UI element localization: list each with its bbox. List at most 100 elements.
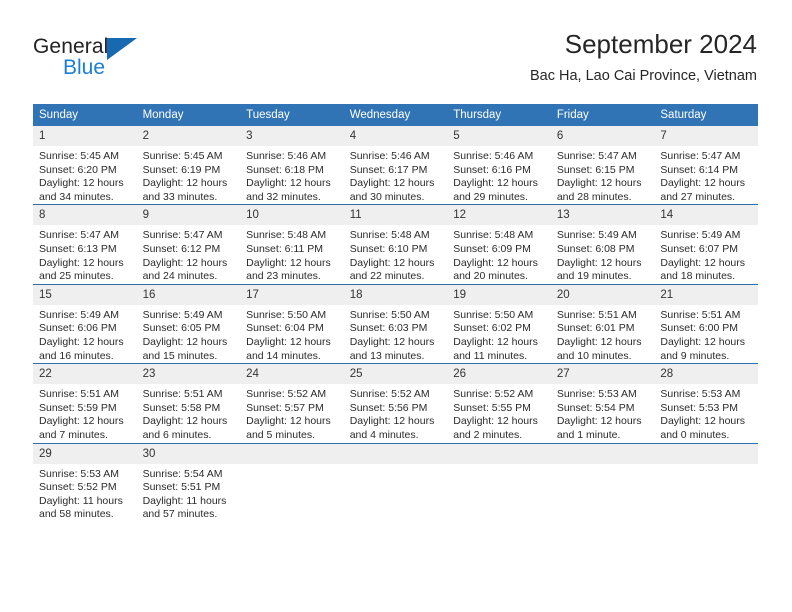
day-cell[interactable]: 13 Sunrise: 5:49 AM Sunset: 6:08 PM Dayl…: [550, 204, 655, 285]
day-cell[interactable]: 1 Sunrise: 5:45 AM Sunset: 6:20 PM Dayli…: [33, 126, 137, 205]
day-cell[interactable]: 5 Sunrise: 5:46 AM Sunset: 6:16 PM Dayli…: [447, 126, 551, 205]
weekday-header-monday: Monday: [136, 104, 241, 126]
daylight-text: Daylight: 12 hours and 11 minutes.: [453, 335, 538, 362]
day-cell[interactable]: 3 Sunrise: 5:46 AM Sunset: 6:18 PM Dayli…: [240, 126, 344, 205]
day-details: Sunrise: 5:45 AM Sunset: 6:19 PM Dayligh…: [137, 146, 241, 204]
day-details: Sunrise: 5:51 AM Sunset: 5:59 PM Dayligh…: [33, 384, 137, 442]
logo-text-blue: Blue: [63, 56, 106, 79]
day-cell[interactable]: 26 Sunrise: 5:52 AM Sunset: 5:55 PM Dayl…: [447, 363, 551, 443]
day-cell[interactable]: 30 Sunrise: 5:54 AM Sunset: 5:51 PM Dayl…: [136, 442, 241, 522]
day-details: Sunrise: 5:50 AM Sunset: 6:04 PM Dayligh…: [240, 305, 344, 363]
day-cell[interactable]: 28 Sunrise: 5:53 AM Sunset: 5:53 PM Dayl…: [654, 363, 758, 443]
day-cell[interactable]: 15 Sunrise: 5:49 AM Sunset: 6:06 PM Dayl…: [33, 283, 137, 364]
day-number: 4: [343, 126, 448, 146]
day-cell[interactable]: 20 Sunrise: 5:51 AM Sunset: 6:01 PM Dayl…: [550, 283, 655, 364]
day-cell[interactable]: 19 Sunrise: 5:50 AM Sunset: 6:02 PM Dayl…: [447, 283, 551, 364]
day-details: Sunrise: 5:47 AM Sunset: 6:15 PM Dayligh…: [551, 146, 655, 204]
day-number: 2: [136, 126, 241, 146]
sunrise-text: Sunrise: 5:52 AM: [453, 388, 534, 401]
sunset-text: Sunset: 6:16 PM: [453, 163, 531, 176]
day-number: 22: [33, 364, 137, 385]
day-cell[interactable]: 27 Sunrise: 5:53 AM Sunset: 5:54 PM Dayl…: [550, 363, 655, 443]
day-details: Sunrise: 5:49 AM Sunset: 6:08 PM Dayligh…: [551, 225, 655, 283]
day-cell[interactable]: 9 Sunrise: 5:47 AM Sunset: 6:12 PM Dayli…: [136, 204, 241, 285]
daylight-text: Daylight: 12 hours and 14 minutes.: [246, 335, 331, 362]
daylight-text: Daylight: 12 hours and 0 minutes.: [660, 415, 746, 441]
daylight-text: Daylight: 12 hours and 13 minutes.: [349, 335, 435, 362]
day-number: 28: [654, 364, 758, 385]
day-cell[interactable]: 7 Sunrise: 5:47 AM Sunset: 6:14 PM Dayli…: [654, 126, 758, 205]
day-number: 12: [447, 205, 551, 226]
sunrise-text: Sunrise: 5:50 AM: [349, 308, 430, 321]
calendar-week-row: 1 Sunrise: 5:45 AM Sunset: 6:20 PM Dayli…: [33, 126, 758, 205]
day-details: Sunrise: 5:45 AM Sunset: 6:20 PM Dayligh…: [33, 146, 137, 204]
day-cell[interactable]: 23 Sunrise: 5:51 AM Sunset: 5:58 PM Dayl…: [136, 363, 241, 443]
daylight-text: Daylight: 12 hours and 4 minutes.: [349, 415, 435, 441]
day-cell[interactable]: 2 Sunrise: 5:45 AM Sunset: 6:19 PM Dayli…: [136, 126, 241, 205]
day-cell[interactable]: 14 Sunrise: 5:49 AM Sunset: 6:07 PM Dayl…: [654, 204, 758, 285]
daylight-text: Daylight: 12 hours and 29 minutes.: [453, 177, 538, 203]
day-number: 6: [550, 126, 655, 146]
day-details: Sunrise: 5:48 AM Sunset: 6:11 PM Dayligh…: [240, 225, 344, 283]
weekday-header-sunday: Sunday: [33, 104, 137, 126]
day-cell[interactable]: 11 Sunrise: 5:48 AM Sunset: 6:10 PM Dayl…: [343, 204, 448, 285]
day-details: Sunrise: 5:49 AM Sunset: 6:06 PM Dayligh…: [33, 305, 137, 363]
sunset-text: Sunset: 6:11 PM: [246, 242, 323, 255]
day-details: Sunrise: 5:50 AM Sunset: 6:03 PM Dayligh…: [344, 305, 448, 363]
day-details: Sunrise: 5:47 AM Sunset: 6:13 PM Dayligh…: [33, 225, 137, 283]
daylight-text: Daylight: 12 hours and 9 minutes.: [660, 335, 746, 362]
day-cell[interactable]: 18 Sunrise: 5:50 AM Sunset: 6:03 PM Dayl…: [343, 283, 448, 364]
sunrise-text: Sunrise: 5:49 AM: [556, 229, 637, 242]
daylight-text: Daylight: 12 hours and 33 minutes.: [142, 177, 228, 203]
sunset-text: Sunset: 6:14 PM: [660, 163, 739, 176]
sunrise-text: Sunrise: 5:53 AM: [660, 388, 741, 401]
day-details: Sunrise: 5:47 AM Sunset: 6:12 PM Dayligh…: [137, 225, 241, 283]
day-cell[interactable]: 12 Sunrise: 5:48 AM Sunset: 6:09 PM Dayl…: [447, 204, 551, 285]
day-cell[interactable]: 24 Sunrise: 5:52 AM Sunset: 5:57 PM Dayl…: [240, 363, 344, 443]
day-number: [550, 443, 655, 464]
sunset-text: Sunset: 5:53 PM: [660, 401, 739, 414]
sunrise-text: Sunrise: 5:47 AM: [660, 150, 741, 162]
sunrise-text: Sunrise: 5:49 AM: [660, 229, 741, 242]
day-details: Sunrise: 5:53 AM Sunset: 5:54 PM Dayligh…: [551, 384, 655, 442]
sunset-text: Sunset: 6:04 PM: [246, 322, 324, 335]
day-details: Sunrise: 5:53 AM Sunset: 5:52 PM Dayligh…: [33, 464, 137, 522]
day-cell[interactable]: 21 Sunrise: 5:51 AM Sunset: 6:00 PM Dayl…: [654, 283, 758, 364]
sunrise-text: Sunrise: 5:51 AM: [142, 388, 223, 401]
day-details: Sunrise: 5:51 AM Sunset: 6:00 PM Dayligh…: [654, 305, 758, 363]
page-header: General Blue September 2024 Bac Ha, Lao …: [33, 28, 757, 96]
sunset-text: Sunset: 5:58 PM: [142, 401, 221, 414]
day-cell[interactable]: 16 Sunrise: 5:49 AM Sunset: 6:05 PM Dayl…: [136, 283, 241, 364]
sunset-text: Sunset: 6:01 PM: [556, 322, 635, 335]
sunset-text: Sunset: 6:07 PM: [660, 242, 739, 255]
day-cell[interactable]: 4 Sunrise: 5:46 AM Sunset: 6:17 PM Dayli…: [343, 126, 448, 205]
page-subtitle: Bac Ha, Lao Cai Province, Vietnam: [529, 68, 757, 84]
sunset-text: Sunset: 6:02 PM: [453, 322, 531, 335]
day-cell[interactable]: 22 Sunrise: 5:51 AM Sunset: 5:59 PM Dayl…: [33, 363, 137, 443]
day-cell-empty: [654, 442, 758, 522]
sunrise-text: Sunrise: 5:49 AM: [39, 308, 119, 321]
day-details: Sunrise: 5:46 AM Sunset: 6:16 PM Dayligh…: [447, 146, 551, 204]
sunset-text: Sunset: 6:20 PM: [39, 163, 117, 176]
day-number: 30: [136, 443, 241, 464]
day-number: 1: [33, 126, 137, 146]
sunset-text: Sunset: 6:08 PM: [556, 242, 635, 255]
calendar-body: 1 Sunrise: 5:45 AM Sunset: 6:20 PM Dayli…: [33, 126, 758, 522]
day-cell[interactable]: 6 Sunrise: 5:47 AM Sunset: 6:15 PM Dayli…: [550, 126, 655, 205]
day-details: Sunrise: 5:52 AM Sunset: 5:56 PM Dayligh…: [344, 384, 448, 442]
day-cell[interactable]: 25 Sunrise: 5:52 AM Sunset: 5:56 PM Dayl…: [343, 363, 448, 443]
sunset-text: Sunset: 6:12 PM: [142, 242, 221, 255]
weekday-header-wednesday: Wednesday: [343, 104, 448, 126]
day-cell[interactable]: 17 Sunrise: 5:50 AM Sunset: 6:04 PM Dayl…: [240, 283, 344, 364]
calendar-week-row: 15 Sunrise: 5:49 AM Sunset: 6:06 PM Dayl…: [33, 283, 758, 364]
day-number: 13: [550, 205, 655, 226]
daylight-text: Daylight: 12 hours and 22 minutes.: [349, 256, 435, 283]
day-cell[interactable]: 10 Sunrise: 5:48 AM Sunset: 6:11 PM Dayl…: [240, 204, 344, 285]
daylight-text: Daylight: 11 hours and 57 minutes.: [142, 494, 227, 521]
day-details: Sunrise: 5:51 AM Sunset: 6:01 PM Dayligh…: [551, 305, 655, 363]
sunset-text: Sunset: 6:06 PM: [39, 322, 117, 335]
day-cell[interactable]: 8 Sunrise: 5:47 AM Sunset: 6:13 PM Dayli…: [33, 204, 137, 285]
sunset-text: Sunset: 6:05 PM: [142, 322, 221, 335]
calendar-header-row: Sunday Monday Tuesday Wednesday Thursday…: [33, 104, 758, 126]
day-cell[interactable]: 29 Sunrise: 5:53 AM Sunset: 5:52 PM Dayl…: [33, 442, 137, 522]
